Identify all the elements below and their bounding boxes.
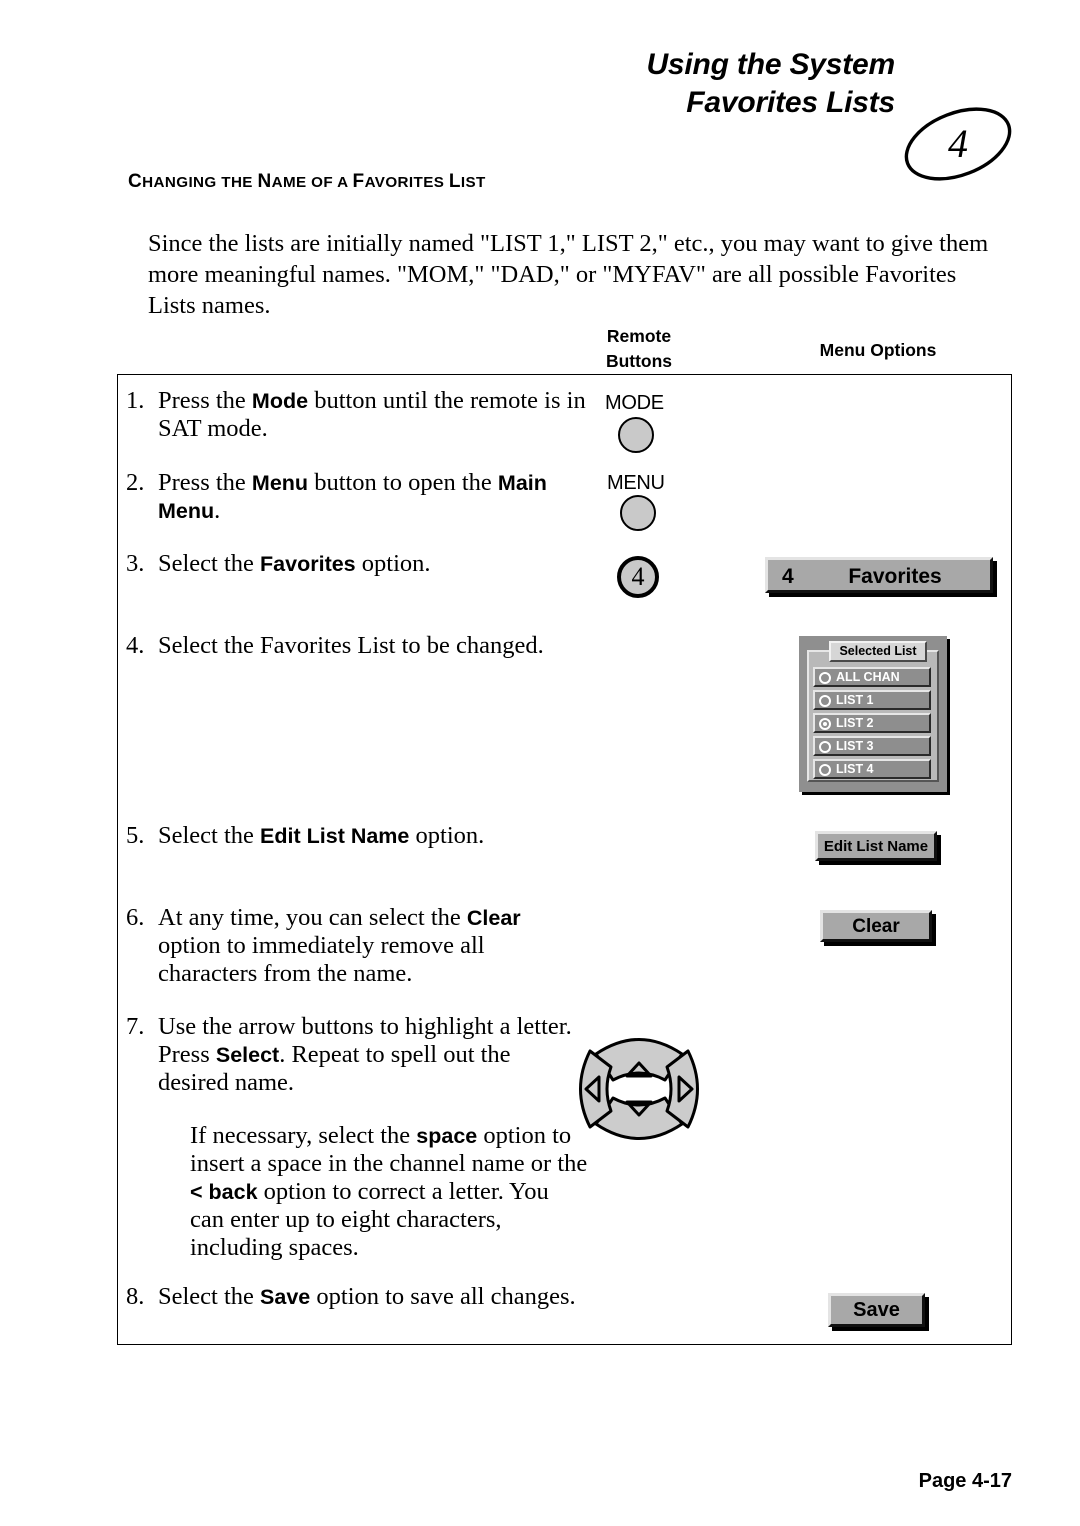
selected-list-item-label: LIST 4 (836, 762, 874, 776)
mode-button-icon[interactable] (618, 417, 654, 453)
step-5: 5. Select the Edit List Name option. (126, 822, 586, 850)
selected-list-item-list-1[interactable]: LIST 1 (813, 690, 931, 710)
section-heading-text: CHANGING THE NAME OF A FAVORITES LIST (128, 171, 486, 192)
step-1-text: Press the Mode button until the remote i… (158, 387, 586, 442)
column-header-remote-buttons: Remote Buttons (575, 324, 703, 374)
step-1-number: 1. (126, 387, 145, 414)
radio-icon-list-3 (819, 741, 831, 753)
edit-list-name-button[interactable]: Edit List Name (815, 831, 937, 861)
selected-list-item-list-4[interactable]: LIST 4 (813, 759, 931, 779)
page-header: Using the System Favorites Lists 4 (0, 46, 1080, 181)
step-7-number: 7. (126, 1013, 145, 1040)
selected-list-item-list-3[interactable]: LIST 3 (813, 736, 931, 756)
step-2-number: 2. (126, 469, 145, 496)
mode-button-label: MODE (605, 392, 664, 414)
step-5-number: 5. (126, 822, 145, 849)
header-title-line2: Favorites Lists (686, 86, 895, 119)
favorites-menu-label: Favorites (848, 565, 942, 588)
intro-paragraph: Since the lists are initially named "LIS… (148, 230, 989, 319)
arrow-pad-icon[interactable] (565, 1018, 713, 1160)
menu-button-icon[interactable] (620, 495, 656, 531)
radio-icon-list-1 (819, 695, 831, 707)
step-4-text: Select the Favorites List to be changed. (158, 632, 544, 659)
step-6: 6. At any time, you can select the Clear… (126, 904, 586, 988)
section-heading: CHANGING THE NAME OF A FAVORITES LIST (128, 171, 486, 193)
selected-list-item-all-chan[interactable]: ALL CHAN (813, 667, 931, 687)
step-8: 8. Select the Save option to save all ch… (126, 1283, 586, 1311)
clear-button[interactable]: Clear (820, 910, 932, 942)
step-8-text: Select the Save option to save all chang… (158, 1283, 576, 1310)
radio-icon-list-4 (819, 764, 831, 776)
column-header-remote-line1: Remote (606, 326, 672, 346)
selected-list-item-label: ALL CHAN (836, 670, 900, 684)
step-2: 2. Press the Menu button to open the Mai… (126, 469, 586, 525)
step-7-continuation-text: If necessary, select the space option to… (190, 1122, 588, 1261)
step-1: 1. Press the Mode button until the remot… (126, 387, 586, 443)
step-7: 7. Use the arrow buttons to highlight a … (126, 1013, 586, 1097)
step-3-number: 3. (126, 550, 145, 577)
column-header-menu-options: Menu Options (819, 340, 937, 360)
selected-list-panel: Selected List ALL CHAN LIST 1 LIST 2 LIS… (799, 636, 947, 792)
header-title-block: Using the System Favorites Lists (646, 46, 895, 122)
favorites-menu-button[interactable]: 4 Favorites (765, 557, 993, 593)
step-3: 3. Select the Favorites option. (126, 550, 586, 578)
column-header-remote-line2: Buttons (605, 351, 673, 371)
step-5-text: Select the Edit List Name option. (158, 822, 485, 849)
selected-list-item-list-2[interactable]: LIST 2 (813, 713, 931, 733)
chapter-badge-ellipse: 4 (904, 107, 1012, 181)
save-button[interactable]: Save (828, 1293, 925, 1327)
step-6-text: At any time, you can select the Clear op… (158, 904, 521, 987)
selected-list-title: Selected List (829, 641, 927, 662)
chapter-number: 4 (948, 121, 968, 166)
number-four-button-icon[interactable]: 4 (617, 556, 659, 598)
step-4-number: 4. (126, 632, 145, 659)
selected-list-item-label: LIST 1 (836, 693, 874, 707)
step-3-text: Select the Favorites option. (158, 550, 431, 577)
step-4: 4. Select the Favorites List to be chang… (126, 632, 586, 660)
header-title-line1: Using the System (646, 48, 895, 81)
step-8-number: 8. (126, 1283, 145, 1310)
step-7-continuation: If necessary, select the space option to… (158, 1122, 588, 1262)
page-footer: Page 4-17 (918, 1470, 1012, 1492)
step-6-number: 6. (126, 904, 145, 931)
selected-list-item-label: LIST 2 (836, 716, 874, 730)
radio-icon-all-chan (819, 672, 831, 684)
step-7-text: Use the arrow buttons to highlight a let… (158, 1013, 572, 1096)
menu-button-label: MENU (607, 472, 665, 494)
radio-icon-list-2-selected (819, 718, 831, 730)
selected-list-item-label: LIST 3 (836, 739, 874, 753)
step-2-text: Press the Menu button to open the Main M… (158, 469, 547, 524)
